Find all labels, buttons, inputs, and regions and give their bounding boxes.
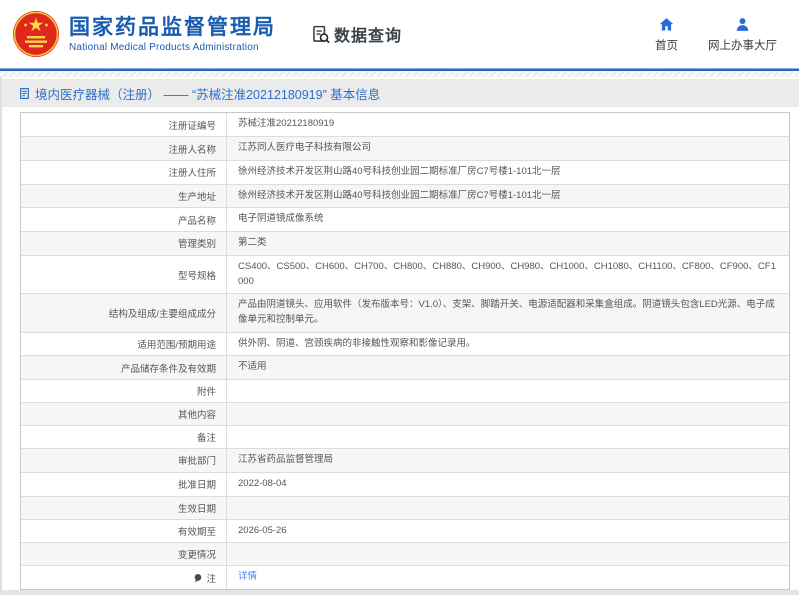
row-value: 不适用 [238,361,267,373]
row-label: 适用范围/预期用途 [21,332,227,356]
row-label: 注册证编号 [21,113,227,137]
row-value [227,543,789,565]
content-area: 境内医疗器械（注册） —— “苏械注准20212180919” 基本信息 注册证… [0,77,799,595]
nav-label-home: 首页 [655,39,678,52]
table-row: 生效日期 [21,496,789,520]
row-label: 型号规格 [21,255,227,294]
row-value: 2026-05-26 [238,524,287,536]
row-value: 江苏同人医疗电子科技有限公司 [238,142,372,154]
row-label: 产品名称 [21,208,227,232]
row-value [227,497,789,519]
table-row: 产品储存条件及有效期 不适用 [21,356,789,381]
national-emblem-icon [13,11,59,57]
row-value: 电子阴道镜成像系统 [238,213,324,225]
details-link[interactable]: 详情 [238,570,257,585]
row-label: 其他内容 [21,403,227,426]
brand: 国家药品监督管理局 National Medical Products Admi… [69,15,276,53]
row-value [227,426,789,448]
row-label: 管理类别 [21,232,227,255]
registration-info-table: 注册证编号 苏械注准20212180919 注册人名称 江苏同人医疗电子科技有限公司注… [20,112,790,590]
row-label: 生效日期 [21,496,227,519]
table-row: 注册人名称 江苏同人医疗电子科技有限公司 [21,137,789,161]
table-row: 型号规格 CS400、CS500、CH600、CH700、CH800、CH880、… [21,255,789,295]
brand-subtitle: National Medical Products Administration [69,42,259,54]
document-icon [20,87,29,99]
table-row: 附件 [21,380,789,404]
table-row: 适用范围/预期用途 供外阴、阴道、宫颈疾病的非接触性观察和影像记录用。 [21,332,789,357]
row-value: CS400、CS500、CH600、CH700、CH800、CH880、CH90… [238,260,776,287]
row-label: 变更情况 [21,543,227,566]
row-label: 附件 [21,380,227,403]
breadcrumb: 境内医疗器械（注册） —— “苏械注准20212180919” 基本信息 [2,79,799,108]
table-row: 生产地址 徐州经济技术开发区荆山路40号科技创业园二期标准厂房C7号楼1-101北… [21,184,789,209]
table-row: 产品名称 电子阴道镜成像系统 [21,208,789,233]
row-value: 徐州经济技术开发区荆山路40号科技创业园二期标准厂房C7号楼1-101北一层 [238,165,561,177]
table-row: 结构及组成/主要组成成分 产品由阴道镜头、应用软件（发布版本号：V1.0）、支架、… [21,294,789,333]
table-row: 注详情 [21,566,789,589]
row-value [227,380,789,402]
table-row: 注册人住所 徐州经济技术开发区荆山路40号科技创业园二期标准厂房C7号楼1-101… [21,160,789,185]
breadcrumb-text: 境内医疗器械（注册） —— “苏械注准20212180919” 基本信息 [35,87,381,102]
row-value: 供外阴、阴道、宫颈疾病的非接触性观察和影像记录用。 [238,337,476,349]
row-value [227,403,789,425]
user-icon [736,17,749,31]
row-label: 注册人名称 [21,137,227,160]
row-label: 注册人住所 [21,160,227,184]
row-value: 2022-08-04 [238,477,287,489]
note-icon [195,573,202,582]
table-row: 变更情况 [21,543,789,567]
table-row: 批准日期 2022-08-04 [21,472,789,497]
site-header: 国家药品监督管理局 National Medical Products Admi… [0,0,799,68]
table-row: 审批部门 江苏省药品监督管理局 [21,449,789,473]
row-value: 徐州经济技术开发区荆山路40号科技创业园二期标准厂房C7号楼1-101北一层 [238,189,561,201]
footer-strip [2,589,799,595]
row-label: 结构及组成/主要组成成分 [21,294,227,332]
nav-item-service-hall[interactable]: 网上办事大厅 [708,16,777,53]
table-row: 有效期至 2026-05-26 [21,519,789,544]
header-nav: 首页 网上办事大厅 [655,16,777,53]
row-label: 有效期至 [21,519,227,543]
brand-title: 国家药品监督管理局 [69,15,276,39]
row-value: 苏械注准20212180919 [238,118,335,130]
table-row: 备注 [21,426,789,450]
table-row: 管理类别 第二类 [21,232,789,256]
row-label: 注 [21,566,227,589]
row-label: 生产地址 [21,184,227,208]
data-query-label: 数据查询 [334,28,403,45]
row-value: 第二类 [238,237,267,249]
document-search-icon [313,25,330,43]
row-label: 产品储存条件及有效期 [21,356,227,380]
page: 国家药品监督管理局 National Medical Products Admi… [0,0,799,595]
row-label: 备注 [21,426,227,449]
table-row: 注册证编号 苏械注准20212180919 [21,113,789,138]
row-label: 审批部门 [21,449,227,472]
main-content: 注册证编号 苏械注准20212180919 注册人名称 江苏同人医疗电子科技有限公司注… [2,107,799,590]
home-icon [659,17,674,31]
nav-label-service-hall: 网上办事大厅 [708,39,777,52]
row-label: 批准日期 [21,472,227,496]
row-value: 江苏省药品监督管理局 [238,454,334,466]
data-query-section[interactable]: 数据查询 [310,22,402,46]
table-row: 其他内容 [21,403,789,427]
row-value: 产品由阴道镜头、应用软件（发布版本号：V1.0）、支架、脚踏开关、电源适配器和采… [238,299,775,325]
row-value: 详情 [227,566,789,589]
nav-item-home[interactable]: 首页 [655,16,678,53]
